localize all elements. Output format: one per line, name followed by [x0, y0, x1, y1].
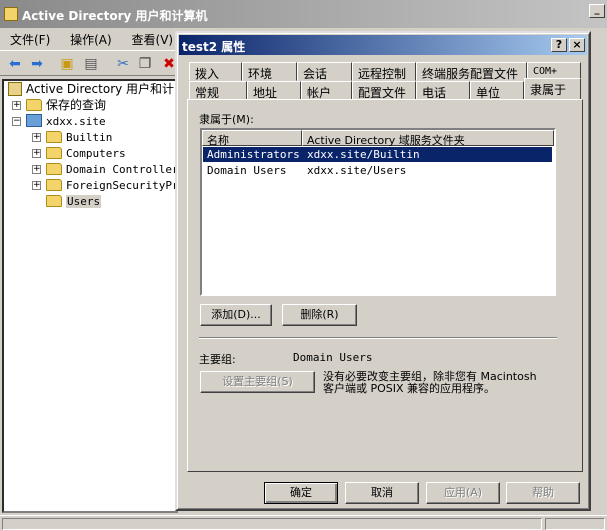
group-name: Administrators	[207, 148, 300, 161]
folder-icon	[46, 179, 62, 191]
group-name: Domain Users	[207, 164, 287, 177]
menu-view[interactable]: 查看(V)	[132, 28, 174, 48]
folder-icon	[46, 195, 62, 207]
tab-member-of[interactable]: 隶属于	[524, 78, 581, 99]
group-folder: xdxx.site/Builtin	[307, 148, 420, 161]
show-tree-icon[interactable]: ▤	[82, 55, 100, 73]
help-title-button[interactable]: ?	[551, 38, 567, 52]
separator	[199, 337, 557, 339]
copy-icon[interactable]: ❐	[136, 55, 154, 73]
tree-builtin[interactable]: Builtin	[46, 129, 112, 145]
tree-users[interactable]: Users	[46, 193, 102, 209]
tab-account[interactable]: 帐户	[301, 81, 352, 100]
folder-icon	[26, 99, 42, 111]
ad-book-icon	[8, 82, 22, 96]
tab-environment[interactable]: 环境	[242, 62, 297, 81]
tab-terminal-services-profile[interactable]: 终端服务配置文件	[416, 62, 527, 81]
primary-group-label: 主要组:	[199, 353, 236, 366]
main-title-bar[interactable]: Active Directory 用户和计算机 _	[0, 0, 607, 28]
back-arrow-icon[interactable]: ⬅	[6, 55, 24, 73]
forward-arrow-icon[interactable]: ➡	[28, 55, 46, 73]
ad-users-icon	[4, 7, 18, 21]
dialog-title: test2 属性	[182, 40, 246, 54]
group-folder: xdxx.site/Users	[307, 164, 407, 177]
cancel-button[interactable]: 取消	[345, 482, 419, 504]
domain-icon	[26, 114, 42, 127]
close-button[interactable]: ×	[569, 38, 585, 52]
status-bar	[0, 515, 607, 530]
tab-organization[interactable]: 单位	[470, 81, 524, 100]
help-button[interactable]: 帮助	[506, 482, 580, 504]
list-item[interactable]: Domain Users xdxx.site/Users	[203, 163, 552, 178]
properties-dialog: test2 属性 ? × 拨入 环境 会话 远程控制 终端服务配置文件 COM+…	[175, 31, 591, 511]
expand-saved-queries[interactable]: +	[12, 101, 21, 110]
folder-icon	[46, 163, 62, 175]
expand-computers[interactable]: +	[32, 149, 41, 158]
tab-remote-control[interactable]: 远程控制	[352, 62, 416, 81]
ok-button[interactable]: 确定	[264, 482, 338, 504]
column-header-folder[interactable]: Active Directory 域服务文件夹	[302, 130, 554, 147]
set-primary-group-button[interactable]: 设置主要组(S)	[200, 371, 315, 393]
primary-group-value: Domain Users	[293, 351, 373, 364]
member-of-label: 隶属于(M):	[199, 113, 254, 126]
tab-address[interactable]: 地址	[247, 81, 301, 100]
list-item[interactable]: Administrators xdxx.site/Builtin	[203, 147, 552, 162]
tree-domain[interactable]: xdxx.site	[26, 113, 106, 129]
tree-computers[interactable]: Computers	[46, 145, 126, 161]
tree-root[interactable]: Active Directory 用户和计	[8, 81, 174, 97]
status-pane	[545, 518, 605, 530]
expand-foreign-security[interactable]: +	[32, 181, 41, 190]
add-button[interactable]: 添加(D)...	[200, 304, 272, 326]
note-line-2: 客户端或 POSIX 兼容的应用程序。	[323, 382, 496, 395]
status-pane	[2, 518, 542, 530]
dialog-title-bar[interactable]: test2 属性 ? ×	[179, 35, 587, 55]
tree-domain-controllers[interactable]: Domain Controllers	[46, 161, 176, 177]
member-of-list[interactable]: 名称 Active Directory 域服务文件夹 Administrator…	[200, 128, 556, 296]
minimize-button[interactable]: _	[589, 4, 605, 18]
tab-telephones[interactable]: 电话	[416, 81, 470, 100]
up-folder-icon[interactable]: ▣	[58, 55, 76, 73]
tab-profile[interactable]: 配置文件	[352, 81, 416, 100]
menu-file[interactable]: 文件(F)	[10, 28, 50, 48]
expand-domain-controllers[interactable]: +	[32, 165, 41, 174]
toolbar: ⬅ ➡ ▣ ▤ ✂ ❐ ✖	[0, 50, 180, 76]
primary-group-note: 没有必要改变主要组，除非您有 Macintosh 客户端或 POSIX 兼容的应…	[323, 371, 537, 395]
tab-dial-in[interactable]: 拨入	[189, 62, 242, 81]
tree-foreign-security-principals[interactable]: ForeignSecurityPri	[46, 177, 176, 193]
list-header: 名称 Active Directory 域服务文件夹	[202, 130, 554, 147]
console-tree[interactable]: Active Directory 用户和计 + 保存的查询 − xdxx.sit…	[2, 79, 178, 513]
folder-icon	[46, 147, 62, 159]
tree-saved-queries[interactable]: 保存的查询	[26, 97, 106, 113]
expand-builtin[interactable]: +	[32, 133, 41, 142]
main-title: Active Directory 用户和计算机	[22, 9, 208, 23]
cut-icon[interactable]: ✂	[114, 55, 132, 73]
apply-button[interactable]: 应用(A)	[426, 482, 500, 504]
tab-general[interactable]: 常规	[189, 81, 247, 100]
menu-action[interactable]: 操作(A)	[70, 28, 112, 48]
collapse-domain[interactable]: −	[12, 117, 21, 126]
folder-icon	[46, 131, 62, 143]
column-header-name[interactable]: 名称	[202, 130, 302, 147]
remove-button[interactable]: 删除(R)	[282, 304, 357, 326]
tab-sessions[interactable]: 会话	[297, 62, 352, 81]
